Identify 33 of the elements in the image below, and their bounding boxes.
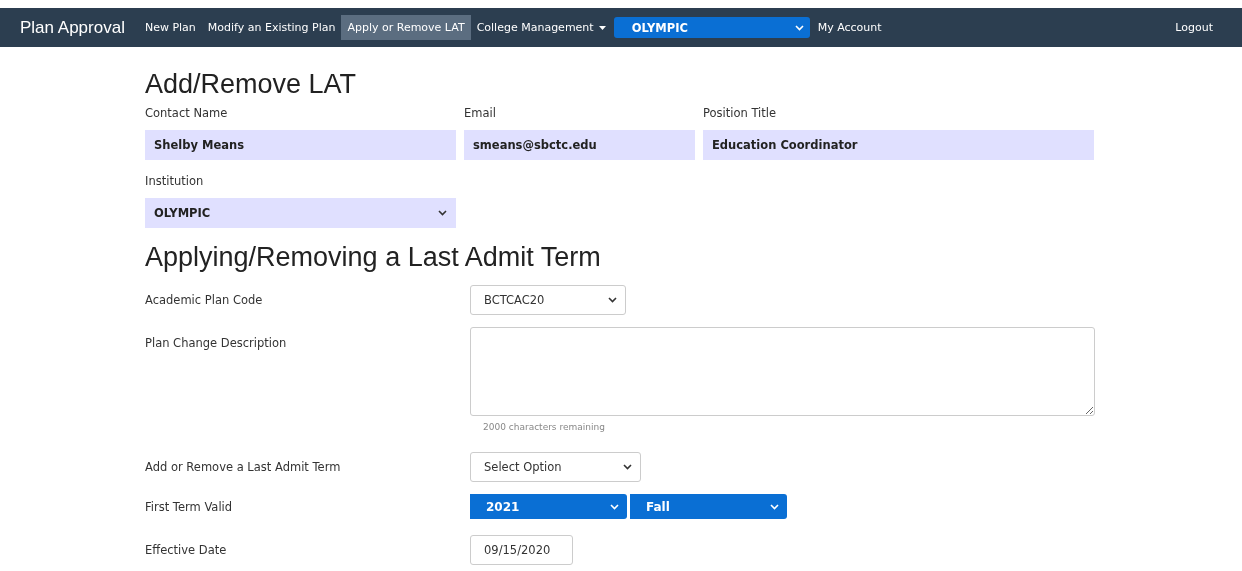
term-select[interactable]: Fall — [630, 494, 787, 519]
text-field[interactable]: smeans@sbctc.edu — [464, 130, 695, 160]
text-field[interactable]: Education Coordinator — [703, 130, 1094, 160]
field-label: Contact Name — [145, 106, 229, 120]
description-field[interactable] — [470, 327, 1095, 416]
field-label: Effective Date — [145, 543, 228, 557]
field-label: Institution — [145, 174, 205, 188]
logout-link[interactable]: Logout — [1175, 21, 1213, 34]
chevron-down-icon — [608, 297, 617, 303]
section-title: Applying/Removing a Last Admit Term — [145, 242, 602, 273]
field-label: Plan Change Description — [145, 336, 288, 350]
nav-link[interactable]: Apply or Remove LAT — [341, 15, 471, 40]
field-label: Position Title — [703, 106, 778, 120]
caret-icon — [598, 25, 606, 30]
select-field[interactable]: BCTCAC20 — [470, 285, 626, 315]
text-field[interactable]: Shelby Means — [145, 130, 456, 160]
character-count: 2000 characters remaining — [483, 422, 606, 432]
field-label: Academic Plan Code — [145, 293, 264, 307]
college-select[interactable]: OLYMPIC — [613, 17, 810, 38]
term-select[interactable]: 2021 — [470, 494, 627, 519]
field-label: Email — [464, 106, 497, 120]
chevron-down-icon — [770, 503, 779, 510]
chevron-down-icon — [623, 464, 632, 470]
chevron-down-icon — [438, 210, 447, 216]
field-label: Add or Remove a Last Admit Term — [145, 460, 342, 474]
page-title: Add/Remove LAT — [145, 69, 358, 100]
chevron-down-icon — [610, 503, 619, 510]
chevron-down-icon — [794, 24, 804, 31]
date-field[interactable]: 09/15/2020 — [470, 535, 573, 565]
brand-title[interactable]: Plan Approval — [20, 17, 125, 38]
institution-select[interactable]: OLYMPIC — [145, 198, 456, 228]
field-label: First Term Valid — [145, 500, 234, 514]
select-field[interactable]: Select Option — [470, 452, 641, 482]
